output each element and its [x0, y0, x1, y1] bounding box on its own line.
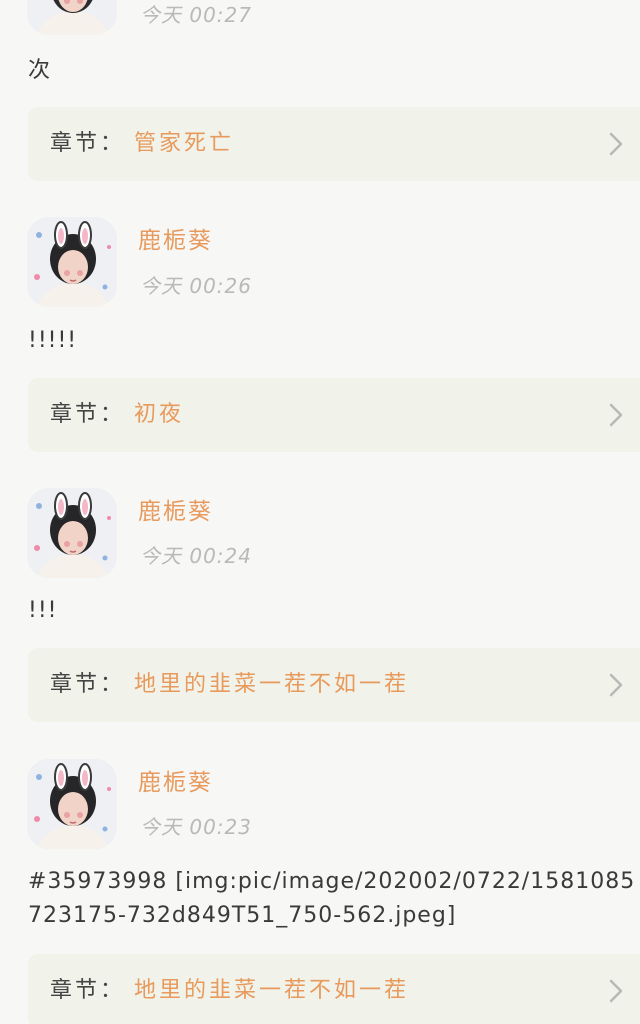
comment-text: 次: [28, 58, 52, 83]
chevron-right-icon: [609, 979, 623, 1003]
username[interactable]: 鹿栀葵: [138, 226, 213, 256]
user-avatar-image: [27, 217, 117, 307]
comment-text: !!!!!: [28, 328, 78, 353]
chevron-right-icon: [609, 132, 623, 156]
chapter-prefix: 章节：: [50, 672, 126, 697]
chapter-title: 地里的韭菜一茬不如一茬: [134, 672, 410, 697]
avatar[interactable]: [27, 488, 117, 578]
comment-feed: 今天 00:27 次 章节： 管家死亡 鹿栀葵 今天 00:26 !!!!! 章…: [0, 0, 640, 1024]
avatar[interactable]: [27, 759, 117, 849]
chapter-title: 地里的韭菜一茬不如一茬: [134, 978, 410, 1003]
username[interactable]: 鹿栀葵: [138, 768, 213, 798]
chapter-title: 初夜: [134, 402, 185, 427]
chevron-right-icon: [609, 673, 623, 697]
chevron-right-icon: [609, 403, 623, 427]
comment-text: !!!: [28, 598, 58, 623]
user-avatar-image: [27, 759, 117, 849]
username[interactable]: 鹿栀葵: [138, 497, 213, 527]
comment-time: 今天 00:24: [140, 544, 252, 568]
chapter-link[interactable]: 章节： 地里的韭菜一茬不如一茬: [28, 954, 640, 1024]
chapter-link[interactable]: 章节： 初夜: [28, 378, 640, 452]
avatar[interactable]: [27, 0, 117, 35]
chapter-prefix: 章节：: [50, 978, 126, 1003]
chapter-prefix: 章节：: [50, 402, 126, 427]
chapter-prefix: 章节：: [50, 131, 126, 156]
comment-text: #35973998 [img:pic/image/202002/0722/158…: [28, 869, 636, 928]
chapter-title: 管家死亡: [134, 131, 235, 156]
user-avatar-image: [27, 0, 117, 35]
chapter-link[interactable]: 章节： 管家死亡: [28, 107, 640, 181]
avatar[interactable]: [27, 217, 117, 307]
chapter-link[interactable]: 章节： 地里的韭菜一茬不如一茬: [28, 648, 640, 722]
user-avatar-image: [27, 488, 117, 578]
comment-time: 今天 00:23: [140, 815, 252, 839]
comment-time: 今天 00:27: [140, 3, 252, 27]
comment-time: 今天 00:26: [140, 274, 252, 298]
